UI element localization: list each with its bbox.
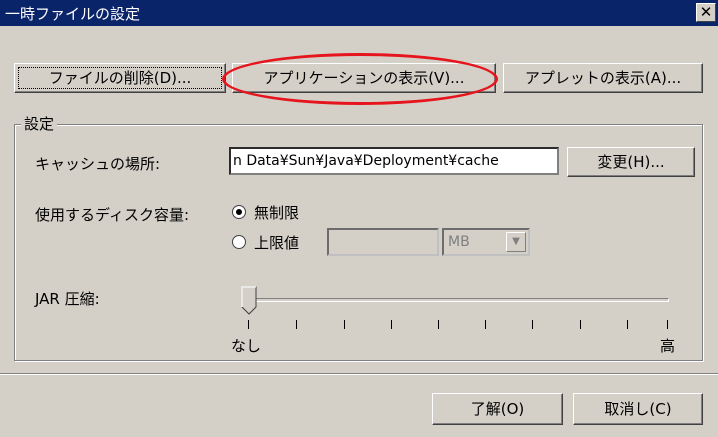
close-button[interactable]: ✕ [696, 3, 716, 22]
window-title: 一時ファイルの設定 [5, 5, 141, 23]
limit-radio-label: 上限値 [254, 234, 300, 252]
slider-tick [438, 320, 439, 329]
slider-tick [627, 320, 628, 329]
jar-compression-track [248, 298, 669, 302]
unlimited-radio[interactable] [232, 205, 246, 219]
chevron-down-icon[interactable]: ▼ [506, 232, 526, 252]
title-bar[interactable]: 一時ファイルの設定 ✕ [0, 0, 718, 26]
limit-unit-select[interactable]: MB ▼ [442, 228, 530, 256]
jar-min-label: なし [231, 337, 262, 355]
unlimited-radio-label: 無制限 [254, 204, 300, 222]
cache-location-label: キャッシュの場所: [35, 155, 161, 173]
jar-compression-slider-thumb[interactable] [241, 286, 257, 316]
temp-files-settings-dialog: 一時ファイルの設定 ✕ ファイルの削除(D)... アプリケーションの表示(V)… [0, 0, 718, 437]
limit-unit-value: MB [448, 234, 470, 250]
slider-tick [485, 320, 486, 329]
view-applications-button[interactable]: アプリケーションの表示(V)... [232, 63, 496, 93]
disk-space-label: 使用するディスク容量: [35, 206, 190, 224]
slider-tick [532, 320, 533, 329]
limit-radio[interactable] [232, 235, 246, 249]
cache-location-field[interactable]: n Data¥Sun¥Java¥Deployment¥cache [229, 147, 559, 175]
footer-divider [0, 373, 718, 375]
view-applets-button[interactable]: アプレットの表示(A)... [503, 63, 703, 93]
delete-files-button[interactable]: ファイルの削除(D)... [14, 63, 226, 93]
slider-tick [580, 320, 581, 329]
change-location-button[interactable]: 変更(H)... [567, 147, 695, 177]
slider-tick [391, 320, 392, 329]
cancel-button[interactable]: 取消し(C) [573, 393, 703, 425]
jar-compression-label: JAR 圧縮: [35, 290, 100, 308]
close-icon: ✕ [699, 3, 713, 21]
limit-value-field[interactable] [327, 228, 439, 256]
jar-max-label: 高 [660, 337, 676, 355]
slider-tick [344, 320, 345, 329]
ok-button[interactable]: 了解(O) [432, 393, 563, 425]
slider-tick [248, 320, 249, 329]
slider-tick [667, 320, 668, 329]
slider-tick [296, 320, 297, 329]
settings-group-title: 設定 [21, 113, 58, 134]
